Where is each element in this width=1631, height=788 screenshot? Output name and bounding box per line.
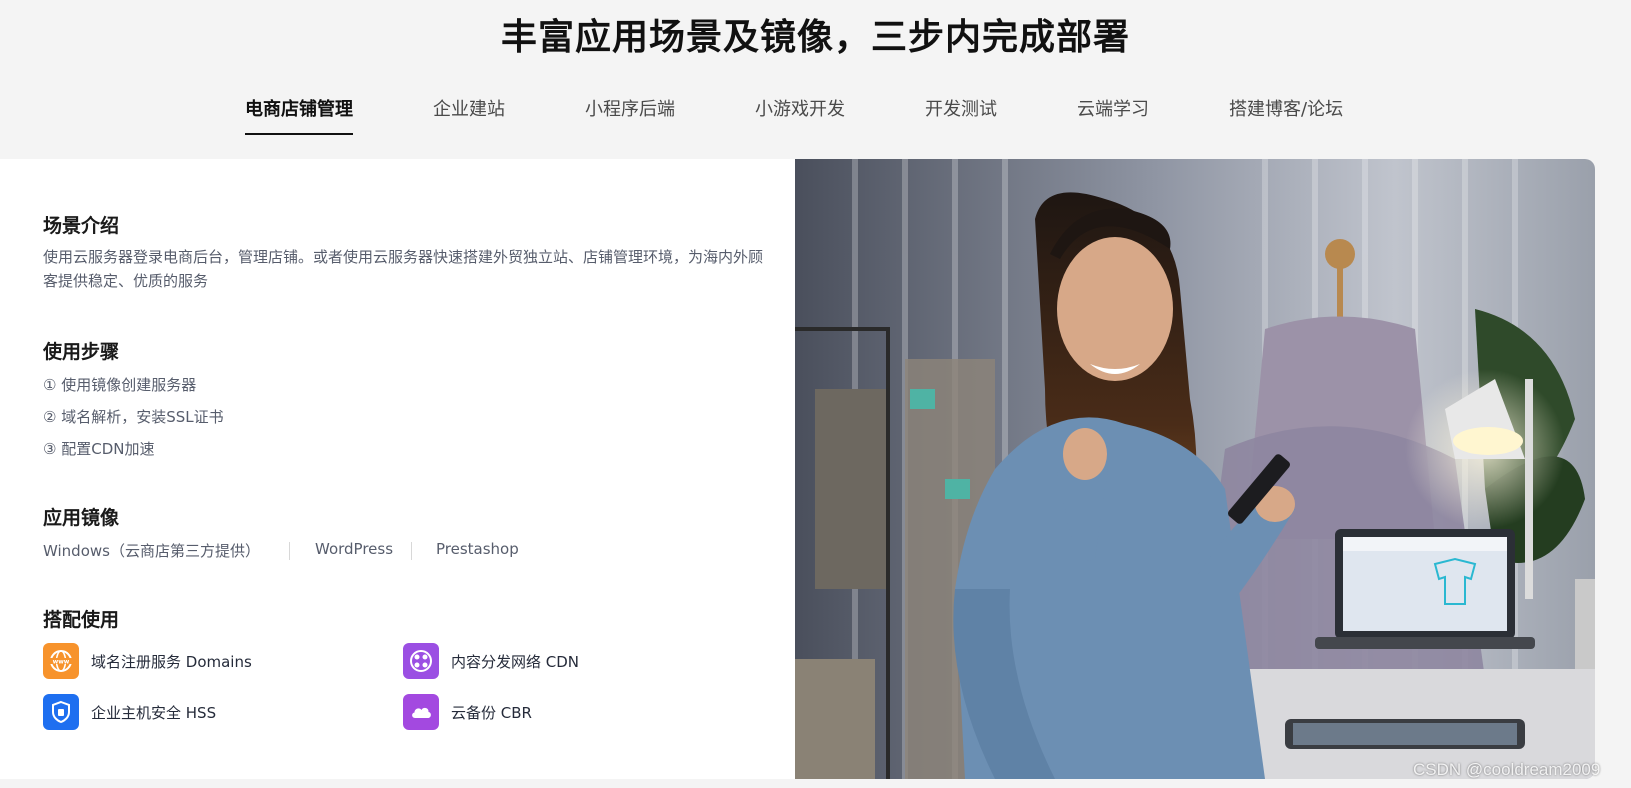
cloud-icon: [403, 694, 439, 730]
svg-text:www: www: [53, 659, 70, 666]
step-item: ① 使用镜像创建服务器: [43, 376, 197, 394]
service-domains[interactable]: www 域名注册服务 Domains: [43, 643, 252, 679]
divider: [289, 542, 290, 560]
steps-title: 使用步骤: [43, 341, 120, 363]
scenario-details: 场景介绍 使用云服务器登录电商后台，管理店铺。或者使用云服务器快速搭建外贸独立站…: [0, 159, 795, 779]
image-windows[interactable]: Windows（云商店第三方提供）: [43, 540, 260, 561]
ecommerce-seller-photo: [795, 159, 1595, 779]
step-item: ③ 配置CDN加速: [43, 440, 155, 458]
tab-miniprogram-backend[interactable]: 小程序后端: [585, 95, 675, 133]
tab-enterprise-site[interactable]: 企业建站: [433, 95, 505, 133]
combo-title: 搭配使用: [43, 609, 120, 631]
scene-description: 使用云服务器登录电商后台，管理店铺。或者使用云服务器快速搭建外贸独立站、店铺管理…: [43, 248, 764, 290]
shield-icon: [43, 694, 79, 730]
csdn-watermark: CSDN @cooldream2009: [1413, 760, 1601, 779]
www-globe-icon: www: [43, 643, 79, 679]
tab-minigame-dev[interactable]: 小游戏开发: [755, 95, 845, 133]
service-label: 企业主机安全 HSS: [91, 703, 217, 722]
image-wordpress[interactable]: WordPress: [315, 540, 393, 558]
service-label: 内容分发网络 CDN: [451, 652, 580, 671]
tab-dev-test[interactable]: 开发测试: [925, 95, 997, 133]
image-prestashop[interactable]: Prestashop: [436, 540, 519, 558]
tab-cloud-learning[interactable]: 云端学习: [1077, 95, 1149, 133]
network-nodes-icon: [403, 643, 439, 679]
images-title: 应用镜像: [43, 507, 120, 529]
service-label: 域名注册服务 Domains: [91, 652, 252, 671]
step-item: ② 域名解析，安装SSL证书: [43, 408, 224, 426]
tab-ecommerce[interactable]: 电商店铺管理: [245, 95, 353, 135]
scenario-card: 场景介绍 使用云服务器登录电商后台，管理店铺。或者使用云服务器快速搭建外贸独立站…: [0, 159, 1595, 779]
service-label: 云备份 CBR: [451, 703, 532, 722]
service-cbr[interactable]: 云备份 CBR: [403, 694, 532, 730]
divider: [411, 542, 412, 560]
tab-blog-forum[interactable]: 搭建博客/论坛: [1229, 95, 1343, 133]
scenario-tabs: 电商店铺管理 企业建站 小程序后端 小游戏开发 开发测试 云端学习 搭建博客/论…: [0, 95, 1631, 135]
service-hss[interactable]: 企业主机安全 HSS: [43, 694, 216, 730]
service-cdn[interactable]: 内容分发网络 CDN: [403, 643, 579, 679]
page-title: 丰富应用场景及镜像，三步内完成部署: [500, 17, 1130, 58]
scene-title: 场景介绍: [43, 215, 120, 237]
